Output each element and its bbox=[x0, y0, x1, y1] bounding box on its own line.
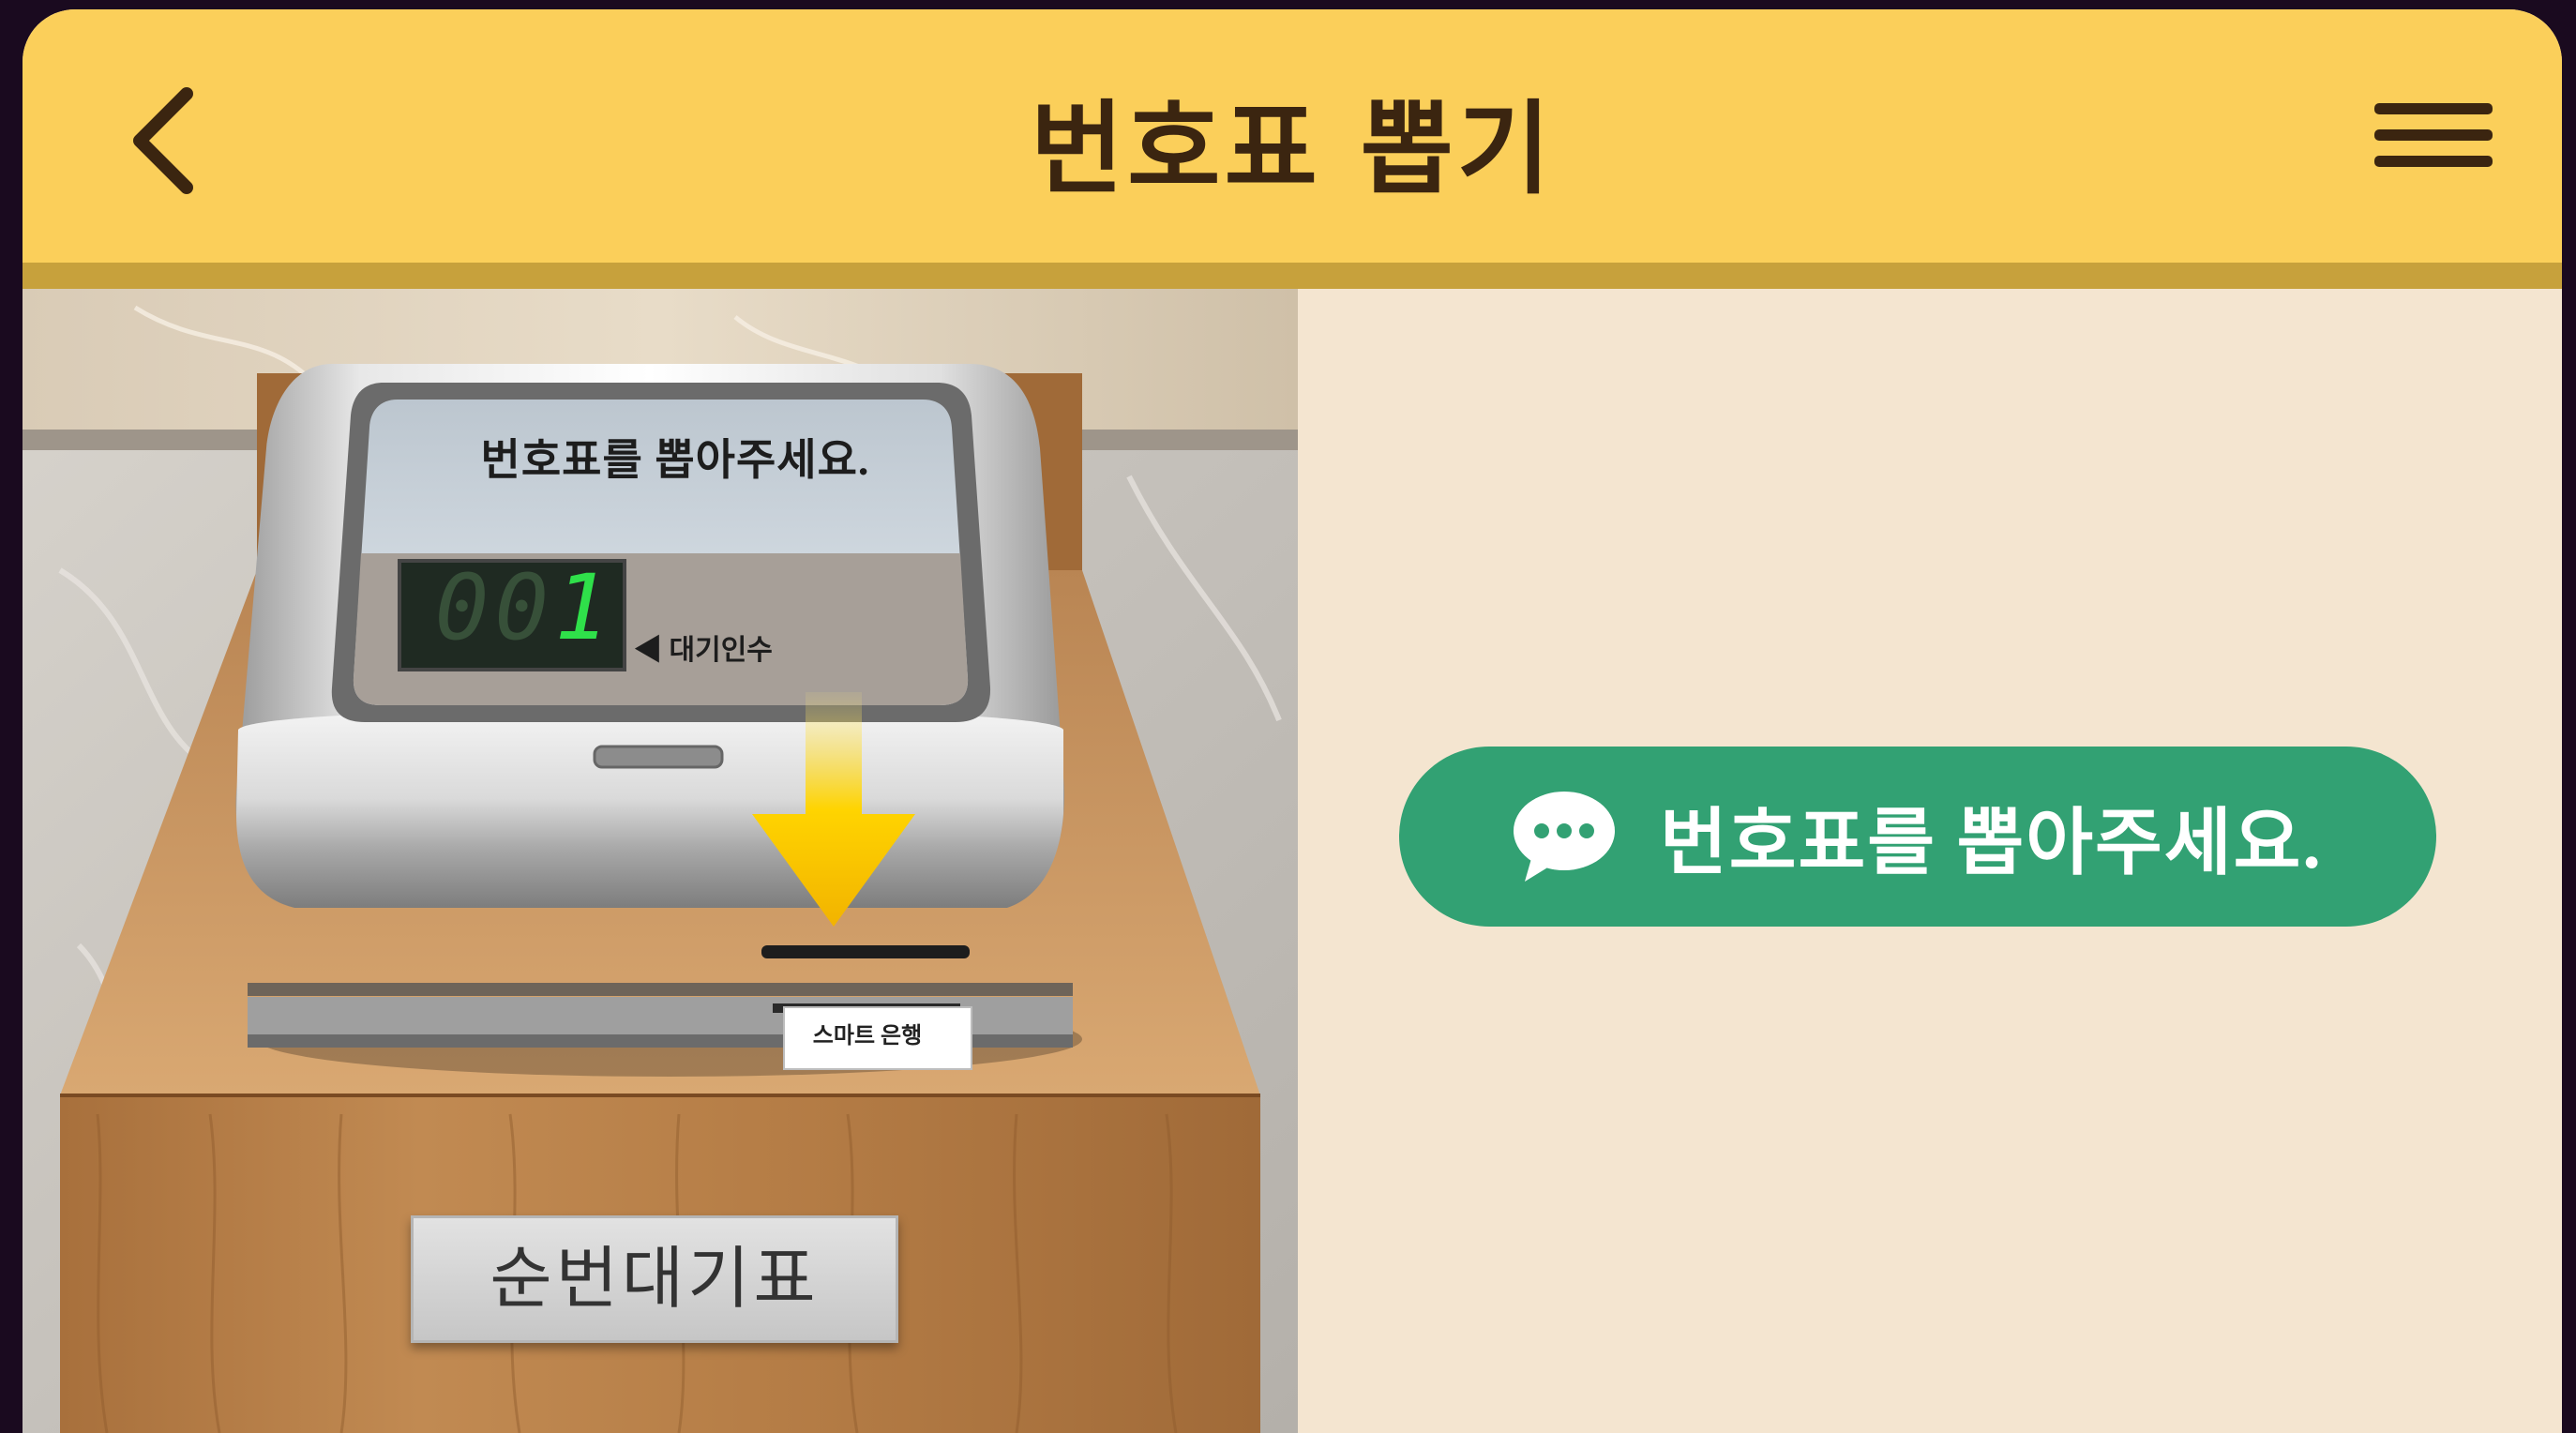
notice-text: 번호표를 뽑아주세요. bbox=[1660, 802, 2323, 883]
take-ticket-notice[interactable]: 번호표를 뽑아주세요. bbox=[1399, 747, 2436, 927]
hamburger-menu-icon bbox=[2374, 103, 2493, 167]
queue-ticket-plaque: 순번대기표 bbox=[411, 1215, 898, 1343]
header-divider bbox=[23, 263, 2562, 289]
ticket-label[interactable]: 스마트 은행 bbox=[778, 1017, 957, 1049]
waiting-count-display: 001 bbox=[434, 555, 614, 660]
waiting-count: 1 bbox=[554, 555, 614, 660]
menu-button[interactable] bbox=[2356, 75, 2515, 197]
kiosk-screen-message: 번호표를 뽑아주세요. bbox=[480, 436, 870, 484]
waiting-count-label: ◀ 대기인수 bbox=[634, 635, 773, 666]
speech-bubble-icon bbox=[1514, 792, 1615, 882]
header-bar: 번호표 뽑기 bbox=[23, 9, 2562, 263]
app-window: 번호표 뽑기 bbox=[23, 9, 2562, 1433]
page-title: 번호표 뽑기 bbox=[1030, 91, 1555, 208]
